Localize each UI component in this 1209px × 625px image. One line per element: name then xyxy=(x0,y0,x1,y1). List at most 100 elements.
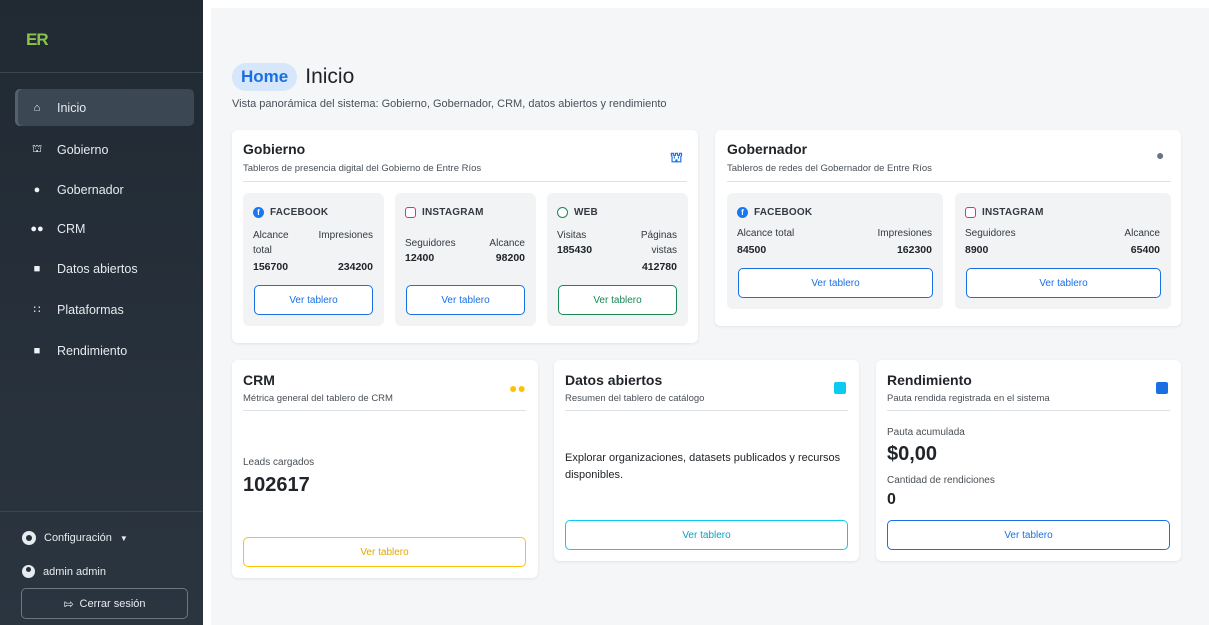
panel-header: f FACEBOOK xyxy=(253,207,328,218)
facebook-icon: f xyxy=(737,207,748,218)
sidebar-item-inicio[interactable]: ⌂ Inicio xyxy=(15,89,194,126)
metric-value: 102617 xyxy=(243,474,310,496)
sidebar-item-label: CRM xyxy=(57,221,86,236)
user-info: admin admin xyxy=(22,565,106,578)
page-title: Home Inicio xyxy=(232,63,354,91)
metric-value: 98200 xyxy=(495,252,525,264)
sidebar-item-gobierno[interactable]: ⛫ Gobierno xyxy=(15,131,194,168)
gobierno-facebook-panel: f FACEBOOK Alcance total Impresiones 1567… xyxy=(243,193,384,326)
config-label: Configuración xyxy=(44,532,112,544)
card-subtitle: Resumen del tablero de catálogo xyxy=(565,393,705,404)
logout-label: Cerrar sesión xyxy=(79,597,146,610)
bar-chart-icon: ■ xyxy=(33,344,41,357)
panel-label: INSTAGRAM xyxy=(422,207,484,218)
gear-icon xyxy=(22,531,36,545)
divider xyxy=(0,72,203,73)
divider xyxy=(243,181,687,182)
gobierno-instagram-panel: INSTAGRAM Seguidores Alcance 12400 98200… xyxy=(395,193,536,326)
instagram-icon xyxy=(405,207,416,218)
card-title: Gobernador xyxy=(727,141,808,157)
metric-value: $0,00 xyxy=(887,443,938,465)
logout-icon: ⇰ xyxy=(63,596,74,611)
globe-icon xyxy=(557,207,568,218)
metric-value: 234200 xyxy=(337,261,373,273)
ver-tablero-button[interactable]: Ver tablero xyxy=(243,537,526,567)
sidebar-item-rendimiento[interactable]: ■ Rendimiento xyxy=(15,332,194,369)
card-title: Datos abiertos xyxy=(565,372,663,388)
divider xyxy=(887,410,1170,411)
metric-label: Cantidad de rendiciones xyxy=(887,475,995,486)
divider xyxy=(727,181,1171,182)
gobernador-facebook-panel: f FACEBOOK Alcance total Impresiones 8450… xyxy=(727,193,943,309)
home-badge: Home xyxy=(232,63,298,91)
instagram-icon xyxy=(965,207,976,218)
panel-header: WEB xyxy=(557,207,598,218)
logout-button[interactable]: ⇰ Cerrar sesión xyxy=(21,588,188,619)
sidebar-item-label: Plataformas xyxy=(57,302,124,317)
metric-value: 185430 xyxy=(557,244,593,256)
card-subtitle: Métrica general del tablero de CRM xyxy=(243,393,393,404)
gobierno-web-panel: WEB Visitas Páginas vistas 185430 412780… xyxy=(547,193,688,326)
metric-value: 412780 xyxy=(641,261,677,273)
ver-tablero-button[interactable]: Ver tablero xyxy=(565,520,848,550)
rendimiento-card: Rendimiento Pauta rendida registrada en … xyxy=(876,360,1181,561)
metric-label: Páginas vistas xyxy=(640,230,677,256)
metric-label: Alcance total xyxy=(737,228,795,239)
home-icon: ⌂ xyxy=(33,101,41,114)
divider xyxy=(243,410,526,411)
panel-label: INSTAGRAM xyxy=(982,207,1044,218)
metric-value: 65400 xyxy=(1130,244,1160,256)
ver-tablero-button[interactable]: Ver tablero xyxy=(558,285,677,315)
ver-tablero-button[interactable]: Ver tablero xyxy=(406,285,525,315)
datos-abiertos-card: Datos abiertos Resumen del tablero de ca… xyxy=(554,360,859,561)
metric-value: 156700 xyxy=(253,261,289,273)
divider xyxy=(0,511,203,512)
metric-value: 0 xyxy=(887,491,896,508)
metric-value: 84500 xyxy=(737,244,767,256)
divider xyxy=(565,410,848,411)
ver-tablero-button[interactable]: Ver tablero xyxy=(254,285,373,315)
metric-value: 12400 xyxy=(405,252,435,264)
title-text: Inicio xyxy=(305,65,355,88)
person-icon: ● xyxy=(33,183,41,196)
caret-down-icon: ▼ xyxy=(119,533,128,543)
card-body-text: Explorar organizaciones, datasets public… xyxy=(565,452,841,481)
sidebar-item-gobernador[interactable]: ● Gobernador xyxy=(15,171,194,208)
panel-label: FACEBOOK xyxy=(754,207,813,218)
chart-icon: ■ xyxy=(33,262,41,275)
bank-icon: ⛫ xyxy=(670,149,683,165)
crm-card: CRM Métrica general del tablero de CRM ●… xyxy=(232,360,538,578)
chart-icon xyxy=(834,382,846,394)
card-title: CRM xyxy=(243,372,275,388)
ver-tablero-button[interactable]: Ver tablero xyxy=(887,520,1170,550)
bar-chart-icon xyxy=(1156,382,1168,394)
people-icon: ●● xyxy=(30,222,44,235)
main-content: Home Inicio Vista panorámica del sistema… xyxy=(203,0,1209,625)
config-menu[interactable]: Configuración ▼ xyxy=(22,531,128,545)
panel-header: INSTAGRAM xyxy=(405,207,484,218)
ver-tablero-button[interactable]: Ver tablero xyxy=(966,268,1161,298)
sidebar-item-crm[interactable]: ●● CRM xyxy=(15,210,194,247)
sidebar: ER ⌂ Inicio ⛫ Gobierno ● Gobernador ●● C… xyxy=(0,0,203,625)
panel-label: WEB xyxy=(574,207,598,218)
gobernador-card: Gobernador Tableros de redes del Goberna… xyxy=(715,130,1181,326)
metric-label: Seguidores xyxy=(405,238,456,249)
gobernador-instagram-panel: INSTAGRAM Seguidores Alcance 8900 65400 … xyxy=(955,193,1171,309)
sidebar-item-label: Gobierno xyxy=(57,142,109,157)
bank-icon: ⛫ xyxy=(31,142,43,155)
sidebar-item-plataformas[interactable]: ∷ Plataformas xyxy=(15,291,194,328)
grid-icon: ∷ xyxy=(33,304,41,316)
person-icon: ● xyxy=(1156,147,1165,163)
metric-value: 8900 xyxy=(965,244,989,256)
logo[interactable]: ER xyxy=(26,30,49,50)
ver-tablero-button[interactable]: Ver tablero xyxy=(738,268,933,298)
metric-label: Impresiones xyxy=(318,230,373,241)
metric-label: Alcance xyxy=(489,238,525,249)
card-subtitle: Pauta rendida registrada en el sistema xyxy=(887,393,1050,404)
card-title: Gobierno xyxy=(243,141,306,157)
sidebar-item-datos-abiertos[interactable]: ■ Datos abiertos xyxy=(15,250,194,287)
card-subtitle: Tableros de redes del Gobernador de Entr… xyxy=(727,163,932,174)
sidebar-item-label: Datos abiertos xyxy=(57,261,138,276)
metric-value: 162300 xyxy=(896,244,932,256)
user-circle-icon xyxy=(22,565,35,578)
